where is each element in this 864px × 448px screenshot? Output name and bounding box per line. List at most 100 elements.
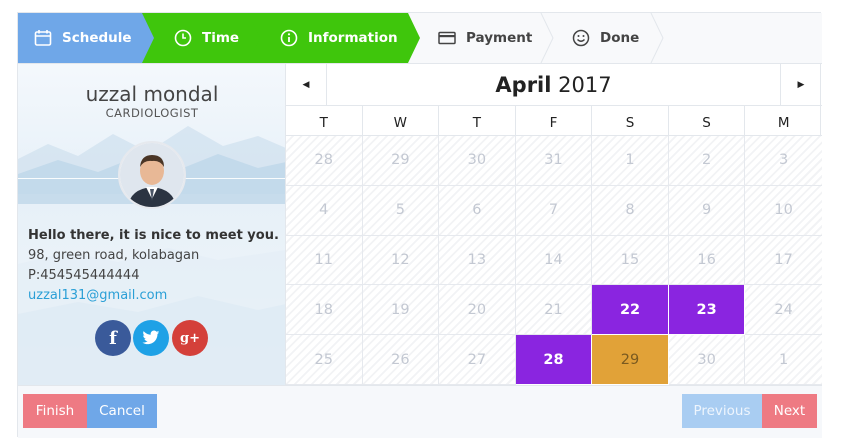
calendar-day-disabled: 16: [668, 235, 746, 286]
caret-left-icon: ◀: [302, 80, 310, 90]
google-plus-icon: g+: [180, 330, 200, 346]
calendar-week-row: 4 5 6 7 8 9 10: [286, 185, 822, 236]
step-payment-label: Payment: [466, 30, 533, 46]
previous-button[interactable]: Previous: [682, 394, 762, 428]
calendar-day-number: 28: [314, 152, 333, 169]
calendar-icon: [32, 27, 54, 49]
calendar-day-number: 30: [697, 351, 716, 368]
date-calendar: ◀ April 2017 ▶ T W T F S S M 28 29 30 31 1 2 3…: [286, 64, 822, 385]
calendar-day-number: 29: [620, 351, 640, 368]
finish-button[interactable]: Finish: [23, 394, 87, 428]
calendar-week-row: 18 19 20 21 22 23 24: [286, 285, 822, 336]
next-button[interactable]: Next: [762, 394, 817, 428]
calendar-day-disabled: 1: [592, 136, 669, 186]
calendar-day-disabled: 13: [439, 235, 516, 286]
doctor-avatar: [118, 141, 186, 209]
calendar-day-number: 13: [467, 251, 487, 268]
calendar-day-number: 11: [314, 251, 333, 268]
calendar-month: April: [495, 73, 552, 97]
calendar-day-number: 17: [774, 251, 793, 268]
calendar-week-row: 28 29 30 31 1 2 3: [286, 136, 822, 186]
step-schedule[interactable]: Schedule: [18, 13, 156, 63]
clock-icon: [172, 27, 194, 49]
calendar-month-title: April 2017: [327, 64, 780, 106]
step-done-label: Done: [600, 30, 640, 46]
calendar-day-number: 2: [701, 152, 712, 169]
calendar-header: ◀ April 2017 ▶: [286, 64, 822, 106]
calendar-day-disabled: 10: [745, 185, 822, 236]
calendar-day-disabled: 1: [745, 335, 822, 385]
weekday-label: W: [363, 106, 440, 136]
step-done[interactable]: Done: [554, 13, 664, 63]
weekday-header-row: T W T F S S M: [286, 106, 822, 136]
calendar-day-available[interactable]: 28: [515, 335, 593, 385]
calendar-day-number: 3: [779, 152, 789, 169]
doctor-phone: P:454545444444: [28, 268, 140, 283]
calendar-day-available[interactable]: 23: [668, 285, 746, 336]
calendar-day-disabled: 5: [362, 185, 440, 236]
calendar-day-selected[interactable]: 29: [592, 335, 669, 385]
doctor-profile: uzzal mondal CARDIOLOGIST Hello there, i…: [18, 64, 286, 385]
calendar-day-number: 14: [544, 251, 563, 268]
calendar-day-available[interactable]: 22: [592, 285, 669, 336]
calendar-day-disabled: 25: [286, 335, 363, 385]
weekday-label: S: [669, 106, 746, 136]
calendar-day-number: 1: [779, 351, 789, 368]
calendar-day-disabled: 7: [515, 185, 593, 236]
wizard-footer: Finish Cancel Previous Next: [18, 385, 822, 438]
step-separator-icon: [650, 13, 664, 63]
caret-right-icon: ▶: [797, 80, 805, 90]
greeting-text: Hello there, it is nice to meet you.: [28, 228, 279, 243]
doctor-email-link[interactable]: uzzal131@gmail.com: [28, 288, 167, 303]
booking-wizard: Schedule Time Information Payment Done u…: [17, 12, 822, 438]
calendar-day-disabled: 29: [362, 136, 440, 186]
calendar-day-number: 26: [391, 351, 410, 368]
twitter-button[interactable]: [133, 320, 169, 356]
calendar-day-disabled: 9: [668, 185, 746, 236]
calendar-day-number: 12: [391, 251, 410, 268]
doctor-specialty: CARDIOLOGIST: [105, 106, 199, 120]
step-information[interactable]: Information: [248, 13, 420, 63]
calendar-year: 2017: [558, 73, 612, 97]
calendar-day-disabled: 6: [439, 185, 516, 236]
calendar-day-number: 31: [544, 152, 563, 169]
calendar-grid: T W T F S S M 28 29 30 31 1 2 3 4 5 6 7 8 9 10 11 12 13 1…: [286, 106, 822, 385]
calendar-day-disabled: 12: [362, 235, 440, 286]
calendar-day-number: 29: [391, 152, 410, 169]
weekday-label: S: [592, 106, 669, 136]
calendar-day-number: 16: [697, 251, 716, 268]
calendar-day-number: 7: [548, 202, 559, 219]
step-payment[interactable]: Payment: [422, 13, 542, 63]
cancel-button[interactable]: Cancel: [87, 394, 157, 428]
calendar-day-disabled: 26: [362, 335, 440, 385]
calendar-day-disabled: 3: [745, 136, 822, 186]
calendar-day-disabled: 30: [439, 136, 516, 186]
calendar-week-row: 11 12 13 14 15 16 17: [286, 235, 822, 286]
next-month-button[interactable]: ▶: [780, 64, 821, 106]
calendar-day-disabled: 8: [592, 185, 669, 236]
twitter-icon: [142, 330, 160, 345]
smiley-icon: [570, 27, 592, 49]
calendar-day-number: 6: [472, 202, 482, 219]
google-plus-button[interactable]: g+: [172, 320, 208, 356]
calendar-day-disabled: 20: [439, 285, 516, 336]
calendar-day-number: 18: [314, 301, 333, 318]
calendar-day-disabled: 19: [362, 285, 440, 336]
facebook-button[interactable]: f: [95, 320, 131, 356]
previous-month-button[interactable]: ◀: [286, 64, 327, 106]
weekday-label: F: [516, 106, 593, 136]
calendar-day-number: 8: [625, 202, 635, 219]
step-time[interactable]: Time: [142, 13, 262, 63]
step-separator-icon: [540, 13, 554, 63]
calendar-day-disabled: 4: [286, 185, 363, 236]
calendar-day-disabled: 21: [515, 285, 593, 336]
calendar-day-number: 1: [625, 152, 635, 169]
calendar-week-row: 25 26 27 28 29 30 1: [286, 335, 822, 385]
step-information-label: Information: [308, 30, 398, 46]
calendar-day-number: 22: [619, 301, 641, 318]
step-schedule-label: Schedule: [62, 30, 132, 46]
calendar-day-number: 30: [467, 152, 487, 169]
calendar-day-number: 9: [701, 202, 712, 219]
calendar-day-disabled: 14: [515, 235, 593, 286]
calendar-day-number: 10: [774, 202, 793, 219]
